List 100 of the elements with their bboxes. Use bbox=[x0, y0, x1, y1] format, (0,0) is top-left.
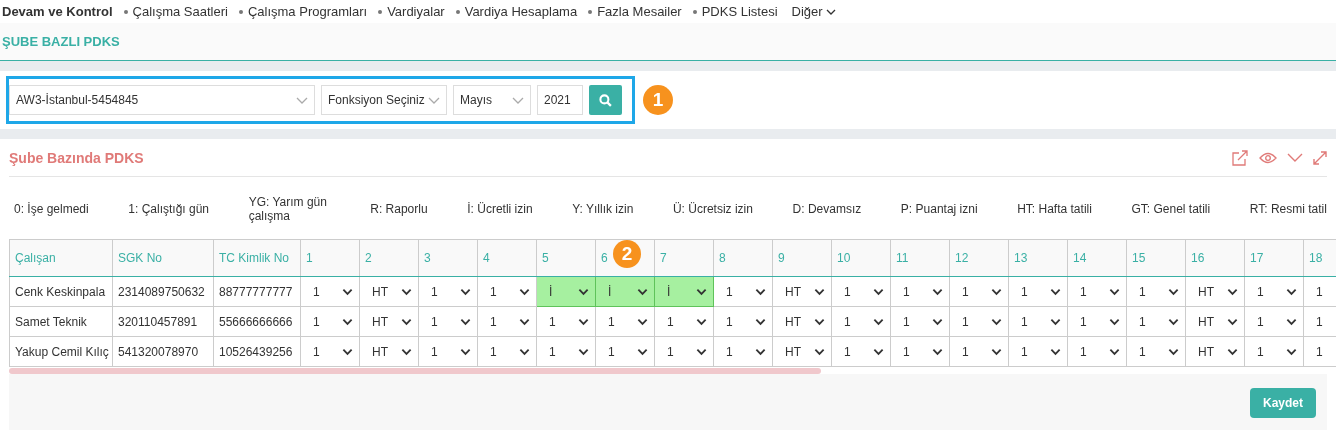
day-select[interactable]: 1 bbox=[595, 336, 655, 367]
day-select[interactable]: 1 bbox=[1067, 276, 1127, 307]
day-select[interactable]: 1 bbox=[1244, 336, 1304, 367]
nav-link[interactable]: Fazla Mesailer bbox=[588, 4, 682, 19]
column-header: 11 bbox=[896, 251, 909, 265]
day-select[interactable]: HT bbox=[359, 276, 419, 307]
column-header: 15 bbox=[1132, 251, 1146, 265]
table-cell: 88777777777 bbox=[213, 276, 301, 307]
day-select[interactable]: HT bbox=[1185, 306, 1245, 337]
day-select[interactable]: 1 bbox=[890, 306, 950, 337]
day-select[interactable]: 1 bbox=[890, 336, 950, 367]
chevron-icon bbox=[460, 317, 471, 326]
day-select[interactable]: HT bbox=[772, 336, 832, 367]
eye-icon[interactable] bbox=[1259, 151, 1277, 164]
chevron-icon bbox=[1168, 287, 1179, 296]
legend-item: İ: Ücretli izin bbox=[467, 202, 533, 216]
day-select[interactable]: İ bbox=[654, 276, 714, 307]
day-select[interactable]: 1 bbox=[418, 306, 478, 337]
day-select[interactable]: HT bbox=[772, 306, 832, 337]
chevron-icon bbox=[637, 317, 648, 326]
legend-item: Y: Yıllık izin bbox=[572, 202, 634, 216]
day-select[interactable]: 1 bbox=[418, 276, 478, 307]
table-cell: Samet Teknik bbox=[9, 306, 113, 337]
table-cell: 2314089750632 bbox=[112, 276, 214, 307]
day-select[interactable]: HT bbox=[1185, 336, 1245, 367]
nav-link[interactable]: Çalışma Saatleri bbox=[123, 4, 228, 19]
day-select[interactable]: 1 bbox=[949, 276, 1009, 307]
day-select[interactable]: 1 bbox=[1244, 276, 1304, 307]
search-button[interactable] bbox=[589, 85, 622, 115]
day-select[interactable]: 1 bbox=[1126, 306, 1186, 337]
collapse-icon[interactable] bbox=[1287, 152, 1303, 163]
chevron-icon bbox=[755, 347, 766, 356]
day-select[interactable]: 1 bbox=[949, 336, 1009, 367]
step-badge: 1 bbox=[643, 85, 673, 115]
function-select[interactable]: Fonksiyon Seçiniz bbox=[321, 85, 447, 115]
nav-link[interactable]: PDKS Listesi bbox=[692, 4, 778, 19]
day-select[interactable]: 1 bbox=[1067, 306, 1127, 337]
more-menu[interactable]: Diğer bbox=[791, 4, 836, 19]
page-title: ŞUBE BAZLI PDKS bbox=[2, 34, 120, 49]
day-select[interactable]: 1 bbox=[477, 336, 537, 367]
day-select[interactable]: 1 bbox=[300, 276, 360, 307]
nav-link[interactable]: Vardiyalar bbox=[378, 4, 445, 19]
day-select[interactable]: 1 bbox=[418, 336, 478, 367]
month-select[interactable]: Mayıs bbox=[453, 85, 531, 115]
day-select[interactable]: HT bbox=[359, 336, 419, 367]
day-select[interactable]: 1 bbox=[477, 306, 537, 337]
export-icon[interactable] bbox=[1231, 148, 1249, 167]
day-select[interactable]: 1 bbox=[713, 336, 773, 367]
chevron-icon bbox=[578, 317, 589, 326]
day-select[interactable]: 1 bbox=[1008, 336, 1068, 367]
legend-item: D: Devamsız bbox=[792, 202, 862, 216]
chevron-icon bbox=[755, 287, 766, 296]
day-select[interactable]: 1 bbox=[536, 306, 596, 337]
column-header: 2 bbox=[365, 251, 372, 265]
table-cell: 320110457891 bbox=[112, 306, 214, 337]
day-select[interactable]: 1 bbox=[595, 306, 655, 337]
legend-item: YG: Yarım gün çalışma bbox=[248, 195, 328, 223]
day-select[interactable]: 1 bbox=[713, 276, 773, 307]
day-select[interactable]: 1 bbox=[1008, 276, 1068, 307]
table-cell: Cenk Keskinpala bbox=[9, 276, 113, 307]
nav-link[interactable]: Vardiya Hesaplama bbox=[455, 4, 578, 19]
day-select[interactable]: 1 bbox=[654, 336, 714, 367]
day-select[interactable]: 1 bbox=[1126, 276, 1186, 307]
day-select[interactable]: 1 bbox=[1126, 336, 1186, 367]
chevron-icon bbox=[519, 287, 530, 296]
day-select[interactable]: 1 bbox=[831, 276, 891, 307]
day-select[interactable]: HT bbox=[359, 306, 419, 337]
day-select[interactable]: 1 bbox=[713, 306, 773, 337]
chevron-icon bbox=[1227, 317, 1238, 326]
nav-link[interactable]: Çalışma Programları bbox=[238, 4, 368, 19]
year-field[interactable]: 2021 bbox=[537, 85, 583, 115]
chevron-icon bbox=[932, 317, 943, 326]
day-select[interactable]: 1 bbox=[831, 336, 891, 367]
chevron-icon bbox=[825, 8, 836, 15]
day-select[interactable]: 1 bbox=[1244, 306, 1304, 337]
chevron-icon bbox=[637, 347, 648, 356]
day-select[interactable]: 1 bbox=[1067, 336, 1127, 367]
day-select[interactable]: 1 bbox=[300, 306, 360, 337]
chevron-icon bbox=[873, 317, 884, 326]
module-title: Devam ve Kontrol bbox=[2, 4, 113, 19]
table-cell: 10526439256 bbox=[213, 336, 301, 367]
day-select[interactable]: 1 bbox=[949, 306, 1009, 337]
chevron-icon bbox=[1168, 347, 1179, 356]
day-select[interactable]: 1 bbox=[1008, 306, 1068, 337]
chevron-icon bbox=[755, 317, 766, 326]
day-select[interactable]: 1 bbox=[654, 306, 714, 337]
day-select[interactable]: 1 bbox=[300, 336, 360, 367]
chevron-icon bbox=[519, 347, 530, 356]
day-select[interactable]: 1 bbox=[831, 306, 891, 337]
day-select[interactable]: HT bbox=[772, 276, 832, 307]
chevron-icon bbox=[1050, 287, 1061, 296]
day-select[interactable]: 1 bbox=[477, 276, 537, 307]
branch-select[interactable]: AW3-İstanbul-5454845 bbox=[9, 85, 315, 115]
day-select[interactable]: İ bbox=[536, 276, 596, 307]
day-select[interactable]: İ bbox=[595, 276, 655, 307]
chevron-icon bbox=[873, 287, 884, 296]
expand-icon[interactable] bbox=[1313, 150, 1327, 165]
day-select[interactable]: HT bbox=[1185, 276, 1245, 307]
day-select[interactable]: 1 bbox=[536, 336, 596, 367]
day-select[interactable]: 1 bbox=[890, 276, 950, 307]
